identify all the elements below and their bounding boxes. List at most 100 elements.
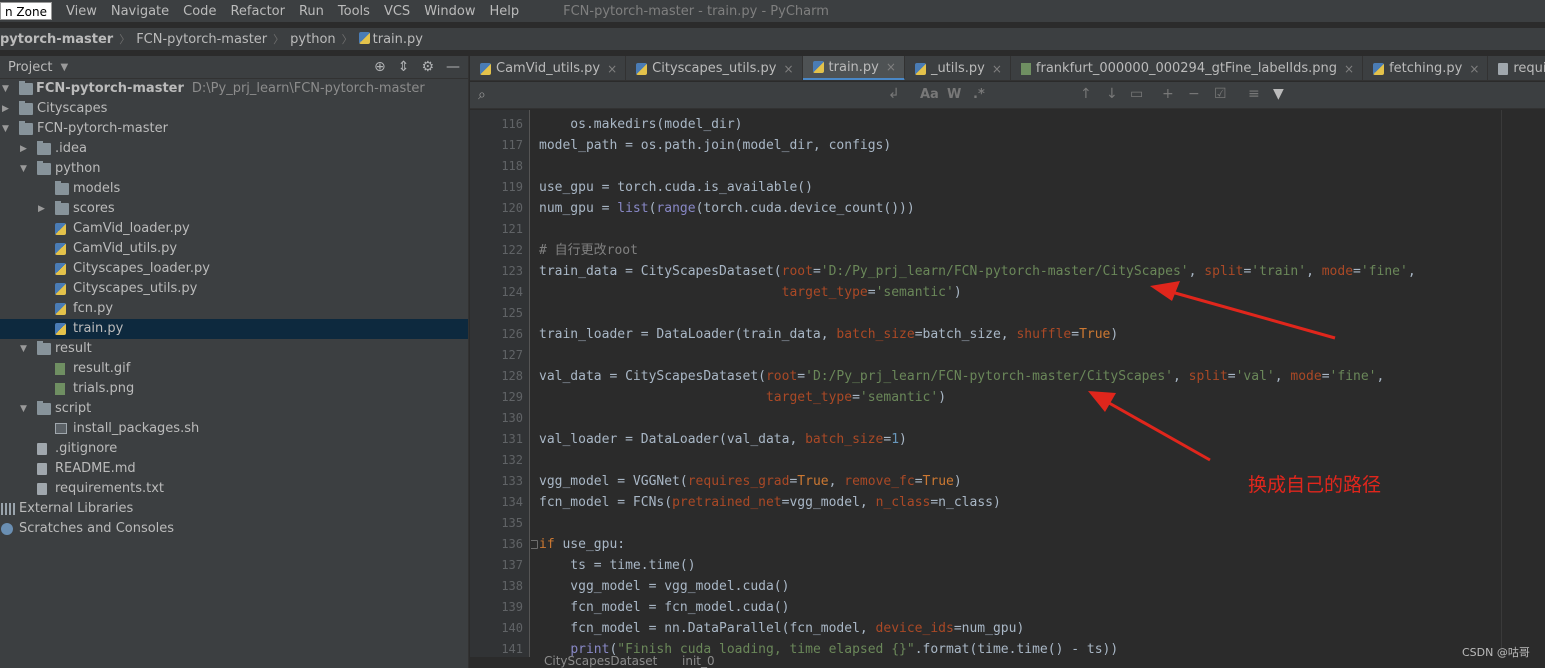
code-line[interactable]: target_type='semantic')	[539, 282, 962, 303]
code-line[interactable]: val_loader = DataLoader(val_data, batch_…	[539, 429, 907, 450]
in-selection-icon[interactable]: ≡	[1248, 86, 1260, 102]
tree-item[interactable]: CamVid_loader.py	[0, 219, 468, 239]
collapsed-arrow-icon[interactable]: ▶	[2, 99, 12, 119]
tree-item[interactable]: README.md	[0, 459, 468, 479]
search-icon[interactable]: ⌕	[478, 87, 486, 103]
menu-refactor[interactable]: Refactor	[230, 4, 285, 19]
locate-file-icon[interactable]: ⊕	[374, 59, 386, 75]
tree-item[interactable]: Scratches and Consoles	[0, 519, 468, 539]
tree-item[interactable]: trials.png	[0, 379, 468, 399]
filter-icon[interactable]: ▼	[1273, 86, 1284, 102]
code-line[interactable]: if use_gpu:	[531, 534, 625, 555]
remove-occurrence-icon[interactable]: −	[1188, 86, 1200, 102]
tree-item[interactable]: ▶ .idea	[0, 139, 468, 159]
editor-tab[interactable]: train.py ×	[802, 56, 905, 80]
tree-item[interactable]: .gitignore	[0, 439, 468, 459]
hide-icon[interactable]: —	[446, 59, 460, 75]
gear-icon[interactable]: ⚙	[421, 59, 434, 75]
tree-item[interactable]: ▼ script	[0, 399, 468, 419]
history-icon[interactable]: ↲	[888, 86, 900, 102]
close-tab-icon[interactable]: ×	[1344, 62, 1354, 76]
editor-tab[interactable]: frankfurt_000000_000294_gtFine_labelIds.…	[1011, 56, 1364, 80]
expanded-arrow-icon[interactable]: ▼	[20, 399, 30, 419]
code-line[interactable]: train_data = CityScapesDataset(root='D:/…	[539, 261, 1416, 282]
tree-item[interactable]: result.gif	[0, 359, 468, 379]
tree-item[interactable]: ▼ FCN-pytorch-master	[0, 119, 468, 139]
menu-help[interactable]: Help	[489, 4, 519, 19]
expanded-arrow-icon[interactable]: ▼	[20, 339, 30, 359]
tree-item[interactable]: ▼ python	[0, 159, 468, 179]
editor-tab[interactable]: requirements.txt×	[1488, 56, 1545, 80]
dropdown-arrow-icon[interactable]: ▼	[60, 62, 68, 73]
tree-item[interactable]: models	[0, 179, 468, 199]
editor-scroll-strip[interactable]	[1501, 110, 1545, 657]
collapsed-arrow-icon[interactable]: ▶	[38, 199, 48, 219]
editor-tab[interactable]: Cityscapes_utils.py ×	[626, 56, 803, 80]
tree-item[interactable]: Cityscapes_loader.py	[0, 259, 468, 279]
menu-view[interactable]: View	[66, 4, 97, 19]
tree-item[interactable]: CamVid_utils.py	[0, 239, 468, 259]
fold-marker-icon[interactable]	[531, 540, 538, 549]
code-line[interactable]: vgg_model = VGGNet(requires_grad=True, r…	[539, 471, 962, 492]
select-all-occurrences-icon[interactable]: ▭	[1130, 86, 1143, 102]
close-tab-icon[interactable]: ×	[607, 62, 617, 76]
tree-root[interactable]: ▼ FCN-pytorch-master D:\Py_prj_learn\FCN-…	[0, 79, 468, 99]
menu-navigate[interactable]: Navigate	[111, 4, 169, 19]
expanded-arrow-icon[interactable]: ▼	[2, 79, 12, 99]
close-tab-icon[interactable]: ×	[992, 62, 1002, 76]
breadcrumb-project[interactable]: pytorch-master	[0, 32, 117, 47]
whole-word-icon[interactable]: W	[947, 87, 961, 102]
breadcrumb-file[interactable]: train.py	[355, 31, 427, 47]
code-line[interactable]: val_data = CityScapesDataset(root='D:/Py…	[539, 366, 1384, 387]
menu-window[interactable]: Window	[424, 4, 475, 19]
code-line[interactable]: # 自行更改root	[539, 240, 638, 261]
line-number: 125	[501, 306, 523, 320]
regex-icon[interactable]: .*	[973, 87, 985, 102]
expanded-arrow-icon[interactable]: ▼	[2, 119, 12, 139]
tree-item[interactable]: requirements.txt	[0, 479, 468, 499]
code-line[interactable]: fcn_model = FCNs(pretrained_net=vgg_mode…	[539, 492, 1001, 513]
select-all-icon[interactable]: ☑	[1214, 86, 1227, 102]
breadcrumb-subfolder[interactable]: python	[286, 32, 339, 47]
code-line[interactable]: num_gpu = list(range(torch.cuda.device_c…	[539, 198, 915, 219]
menu-code[interactable]: Code	[183, 4, 216, 19]
code-line[interactable]: fcn_model = fcn_model.cuda()	[539, 597, 789, 618]
tree-item[interactable]: ▶ scores	[0, 199, 468, 219]
code-line[interactable]: model_path = os.path.join(model_dir, con…	[539, 135, 891, 156]
editor-tab[interactable]: fetching.py ×	[1363, 56, 1489, 80]
editor-tab[interactable]: _utils.py ×	[905, 56, 1011, 80]
code-line[interactable]: vgg_model = vgg_model.cuda()	[539, 576, 789, 597]
code-line[interactable]: target_type='semantic')	[539, 387, 946, 408]
code-line[interactable]: ts = time.time()	[539, 555, 695, 576]
close-tab-icon[interactable]: ×	[783, 62, 793, 76]
tree-item[interactable]: ▶ Cityscapes	[0, 99, 468, 119]
code-line[interactable]: use_gpu = torch.cuda.is_available()	[539, 177, 813, 198]
project-view-selector[interactable]: Project	[8, 60, 52, 75]
previous-occurrence-icon[interactable]: ↑	[1080, 86, 1092, 102]
code-line[interactable]: fcn_model = nn.DataParallel(fcn_model, d…	[539, 618, 1024, 639]
expanded-arrow-icon[interactable]: ▼	[20, 159, 30, 179]
tree-item[interactable]: install_packages.sh	[0, 419, 468, 439]
menu-tools[interactable]: Tools	[338, 4, 370, 19]
tree-item[interactable]: Cityscapes_utils.py	[0, 279, 468, 299]
close-tab-icon[interactable]: ×	[1469, 62, 1479, 76]
code-line[interactable]: train_loader = DataLoader(train_data, ba…	[539, 324, 1118, 345]
collapsed-arrow-icon[interactable]: ▶	[20, 139, 30, 159]
match-case-icon[interactable]: Aa	[920, 87, 939, 102]
editor-tab[interactable]: CamVid_utils.py ×	[470, 56, 627, 80]
tree-item[interactable]: fcn.py	[0, 299, 468, 319]
editor-crumb-class[interactable]: CityScapesDataset	[544, 654, 657, 668]
tree-item[interactable]: train.py	[0, 319, 468, 339]
tree-item[interactable]: ▼ result	[0, 339, 468, 359]
collapse-all-icon[interactable]: ⇕	[398, 59, 410, 75]
menu-run[interactable]: Run	[299, 4, 324, 19]
menu-vcs[interactable]: VCS	[384, 4, 410, 19]
breadcrumb-folder[interactable]: FCN-pytorch-master	[132, 32, 271, 47]
editor-crumb-method[interactable]: init_0	[682, 654, 715, 668]
code-line[interactable]: os.makedirs(model_dir)	[539, 114, 742, 135]
code-editor[interactable]: os.makedirs(model_dir) model_path = os.pa…	[531, 110, 1501, 657]
close-tab-icon[interactable]: ×	[886, 60, 896, 74]
tree-item[interactable]: External Libraries	[0, 499, 468, 519]
add-occurrence-icon[interactable]: +	[1162, 86, 1174, 102]
next-occurrence-icon[interactable]: ↓	[1106, 86, 1118, 102]
